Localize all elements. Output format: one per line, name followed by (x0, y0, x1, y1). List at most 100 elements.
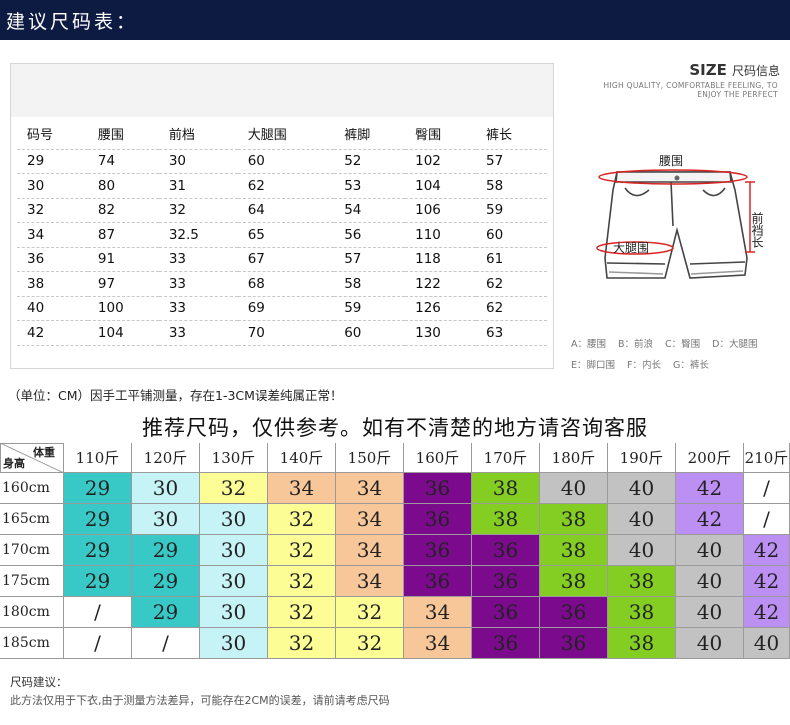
weight-header: 150斤 (336, 443, 404, 473)
grid-corner: 体重 身高 (0, 443, 64, 473)
size-cell: 29 (132, 566, 200, 597)
front-rise-label: 前裆长 (750, 211, 764, 248)
table-cell: 118 (405, 247, 477, 272)
size-cell: 34 (336, 504, 404, 535)
size-cell: 30 (200, 597, 268, 628)
size-cell: 38 (540, 504, 608, 535)
size-cell: 34 (404, 597, 472, 628)
size-cell: 29 (64, 504, 132, 535)
table-cell: 65 (237, 222, 335, 248)
size-cell: 40 (676, 566, 744, 597)
size-cell: 40 (608, 535, 676, 566)
weight-header: 190斤 (608, 443, 676, 473)
size-cell: 42 (744, 535, 790, 566)
shorts-diagram: 腰围 前裆长 大腿围 (596, 154, 764, 279)
table-cell: 67 (237, 247, 335, 272)
size-cell: 29 (64, 566, 132, 597)
table-cell: 60 (334, 320, 406, 346)
table-cell: 82 (87, 198, 159, 223)
size-info-heading: SIZE 尺码信息 (600, 60, 780, 79)
table-cell: 40 (17, 296, 88, 321)
size-cell: 36 (540, 597, 608, 628)
size-cell: 38 (472, 504, 540, 535)
table-cell: 97 (87, 271, 159, 297)
size-cell: 36 (404, 535, 472, 566)
size-cell: 36 (404, 473, 472, 504)
panel-header-band (11, 64, 553, 117)
legend-item: F：内长 (627, 360, 661, 371)
height-header: 170cm (0, 535, 64, 566)
legend-item: B：前浪 (618, 339, 654, 350)
size-cell: 32 (268, 597, 336, 628)
size-cell: 32 (268, 535, 336, 566)
waist-label: 腰围 (659, 154, 683, 168)
size-cell: / (744, 473, 790, 504)
legend-item: D：大腿围 (712, 339, 758, 350)
table-cell: 53 (334, 173, 406, 199)
size-cell: 29 (132, 535, 200, 566)
size-cell: / (132, 628, 200, 659)
size-cell: 40 (676, 628, 744, 659)
measurement-header-row: 码号 腰围 前档 大腿围 裤脚 臀围 裤长 (17, 119, 547, 149)
table-cell: 33 (158, 271, 238, 297)
size-cell: 40 (744, 628, 790, 659)
table-cell: 104 (87, 320, 159, 346)
table-cell: 68 (237, 271, 335, 297)
page-title: 建议尺码表： (6, 11, 139, 33)
table-cell: 60 (476, 222, 547, 248)
size-cell: 32 (268, 628, 336, 659)
table-cell: 62 (476, 296, 547, 321)
size-cell: 34 (336, 566, 404, 597)
size-subtitle-line2: ENJOY THE PERFECT (697, 90, 778, 99)
weight-header: 160斤 (404, 443, 472, 473)
table-cell: 30 (17, 173, 88, 199)
table-cell: 56 (334, 222, 406, 248)
size-cell: 30 (132, 473, 200, 504)
table-row: 29 74 30 60 52 102 57 (17, 148, 547, 174)
size-cell: 38 (540, 566, 608, 597)
height-header: 185cm (0, 628, 64, 659)
size-cell: 36 (540, 628, 608, 659)
weight-header: 210斤 (744, 443, 790, 473)
legend-row-1: A：腰围 B：前浪 C：臀围 D：大腿围 (571, 336, 786, 357)
size-cell: 34 (336, 535, 404, 566)
table-cell: 57 (476, 148, 547, 174)
size-cell: 40 (608, 504, 676, 535)
unit-note: （单位：CM）因手工平铺测量，存在1-3CM误差纯属正常！ (8, 388, 343, 403)
size-cell: 29 (64, 473, 132, 504)
size-cell: 32 (336, 628, 404, 659)
table-cell: 61 (476, 247, 547, 272)
col-header-waist: 腰围 (97, 128, 124, 144)
size-cell: 42 (744, 597, 790, 628)
table-cell: 80 (87, 173, 159, 199)
size-cell: 42 (676, 473, 744, 504)
size-cell: 32 (200, 473, 268, 504)
col-header-thigh: 大腿围 (247, 128, 287, 144)
advice-text: 此方法仅用于下衣,由于测量方法差异，可能存在2CM的误差，请前请考虑尺码 (10, 694, 390, 707)
table-cell: 52 (334, 148, 406, 174)
table-cell: 33 (158, 247, 238, 272)
table-cell: 31 (158, 173, 238, 199)
size-cell: 42 (676, 504, 744, 535)
size-cell: / (744, 504, 790, 535)
size-subtitle: HIGH QUALITY, COMFORTABLE FEELING, TO EN… (580, 81, 778, 99)
size-cell: 32 (336, 597, 404, 628)
table-cell: 58 (334, 271, 406, 297)
table-cell: 30 (158, 148, 238, 174)
size-cell: 30 (200, 628, 268, 659)
size-cell: 38 (472, 473, 540, 504)
table-cell: 62 (237, 173, 335, 199)
recommend-title: 推荐尺码，仅供参考。如有不清楚的地方请咨询客服 (142, 416, 648, 440)
size-cell: 40 (540, 473, 608, 504)
table-cell: 87 (87, 222, 159, 248)
table-cell: 126 (405, 296, 477, 321)
table-cell: 102 (405, 148, 477, 174)
table-row: 38 97 33 68 58 122 62 (17, 271, 547, 297)
table-row: 34 87 32.5 65 56 110 60 (17, 222, 547, 248)
table-cell: 122 (405, 271, 477, 297)
table-cell: 63 (476, 320, 547, 346)
size-cell: 38 (608, 597, 676, 628)
size-cell: 30 (200, 566, 268, 597)
size-cell: 36 (472, 566, 540, 597)
table-cell: 32.5 (158, 222, 238, 248)
